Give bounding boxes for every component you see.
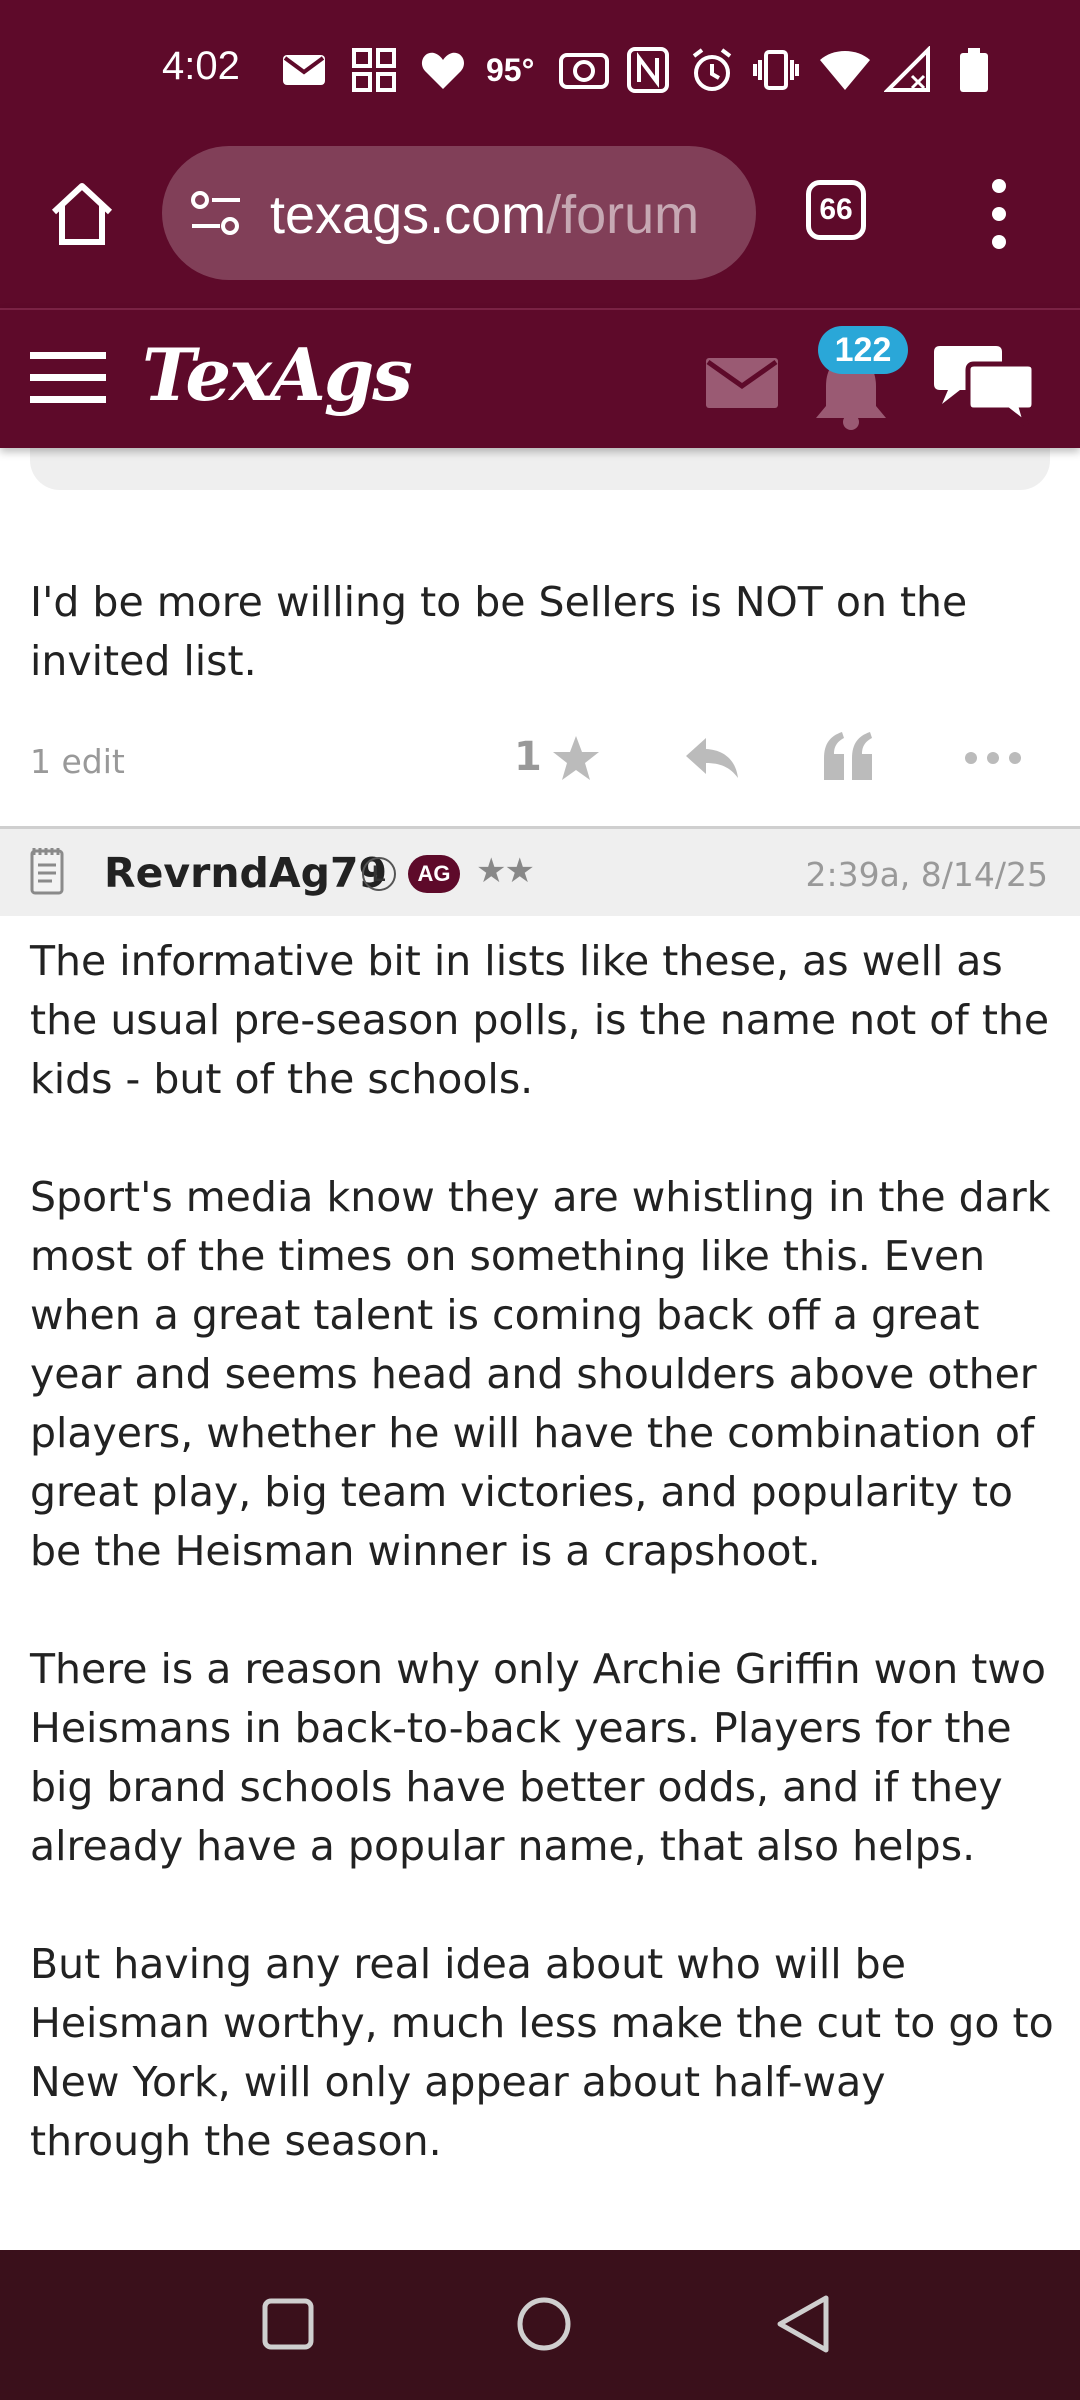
signal-icon (884, 46, 930, 92)
camera-icon (559, 53, 609, 89)
previous-quote-card (30, 448, 1050, 490)
user-badge-ag: AG (408, 855, 460, 893)
browser-toolbar: texags.com/forum 66 (0, 140, 1080, 308)
url-host: texags.com (270, 185, 547, 245)
site-settings-icon[interactable] (188, 188, 244, 240)
wifi-icon (820, 51, 870, 90)
home-circle-icon[interactable] (516, 2296, 572, 2352)
qr-grid-icon (352, 48, 396, 92)
mail-icon (283, 55, 325, 85)
overflow-menu-icon[interactable] (982, 174, 1016, 254)
reply-icon[interactable] (684, 734, 740, 782)
messages-icon[interactable] (706, 358, 778, 408)
post-timestamp[interactable]: 2:39a, 8/14/25 (805, 855, 1048, 894)
tab-switcher-button[interactable]: 66 (806, 180, 866, 240)
battery-icon (960, 48, 988, 92)
post-actions-bar: 1 edit 1 (0, 720, 1080, 800)
chat-forum-icon[interactable] (934, 340, 1034, 426)
back-triangle-icon[interactable] (776, 2294, 832, 2354)
more-options-icon[interactable] (964, 750, 1022, 766)
url-bar[interactable]: texags.com/forum (162, 146, 756, 280)
edit-count-link[interactable]: 1 edit (30, 742, 125, 781)
user-badge-l: L (362, 857, 396, 891)
url-path: /forum (546, 185, 700, 245)
star-count: 1 (514, 734, 542, 780)
home-icon[interactable] (46, 178, 118, 250)
hamburger-menu-icon[interactable] (30, 348, 106, 408)
status-temperature: 95° (486, 52, 535, 88)
vibrate-icon (753, 50, 799, 90)
post-body: The informative bit in lists like these,… (30, 937, 1054, 2165)
user-rank-stars: ★★ (476, 851, 535, 891)
star-icon[interactable] (552, 734, 600, 782)
system-navigation-bar (0, 2250, 1080, 2400)
post-header: RevrndAg79 L AG ★★ 2:39a, 8/14/25 (0, 826, 1080, 916)
quote-icon[interactable] (822, 730, 874, 782)
site-logo[interactable]: TexAgs (142, 332, 413, 417)
post-username[interactable]: RevrndAg79 (104, 849, 387, 897)
heart-icon (421, 52, 465, 89)
site-header: TexAgs 122 (0, 308, 1080, 448)
status-bar: 4:02 95° (0, 0, 1080, 140)
recent-apps-icon[interactable] (262, 2298, 314, 2350)
alarm-icon (692, 48, 732, 91)
post-body: I'd be more willing to be Sellers is NOT… (30, 578, 968, 685)
status-time: 4:02 (162, 44, 240, 88)
url-text[interactable]: texags.com/forum (270, 184, 730, 246)
user-avatar-document-icon[interactable] (28, 845, 68, 897)
nfc-icon (627, 47, 669, 93)
notification-count-badge[interactable]: 122 (818, 326, 908, 374)
